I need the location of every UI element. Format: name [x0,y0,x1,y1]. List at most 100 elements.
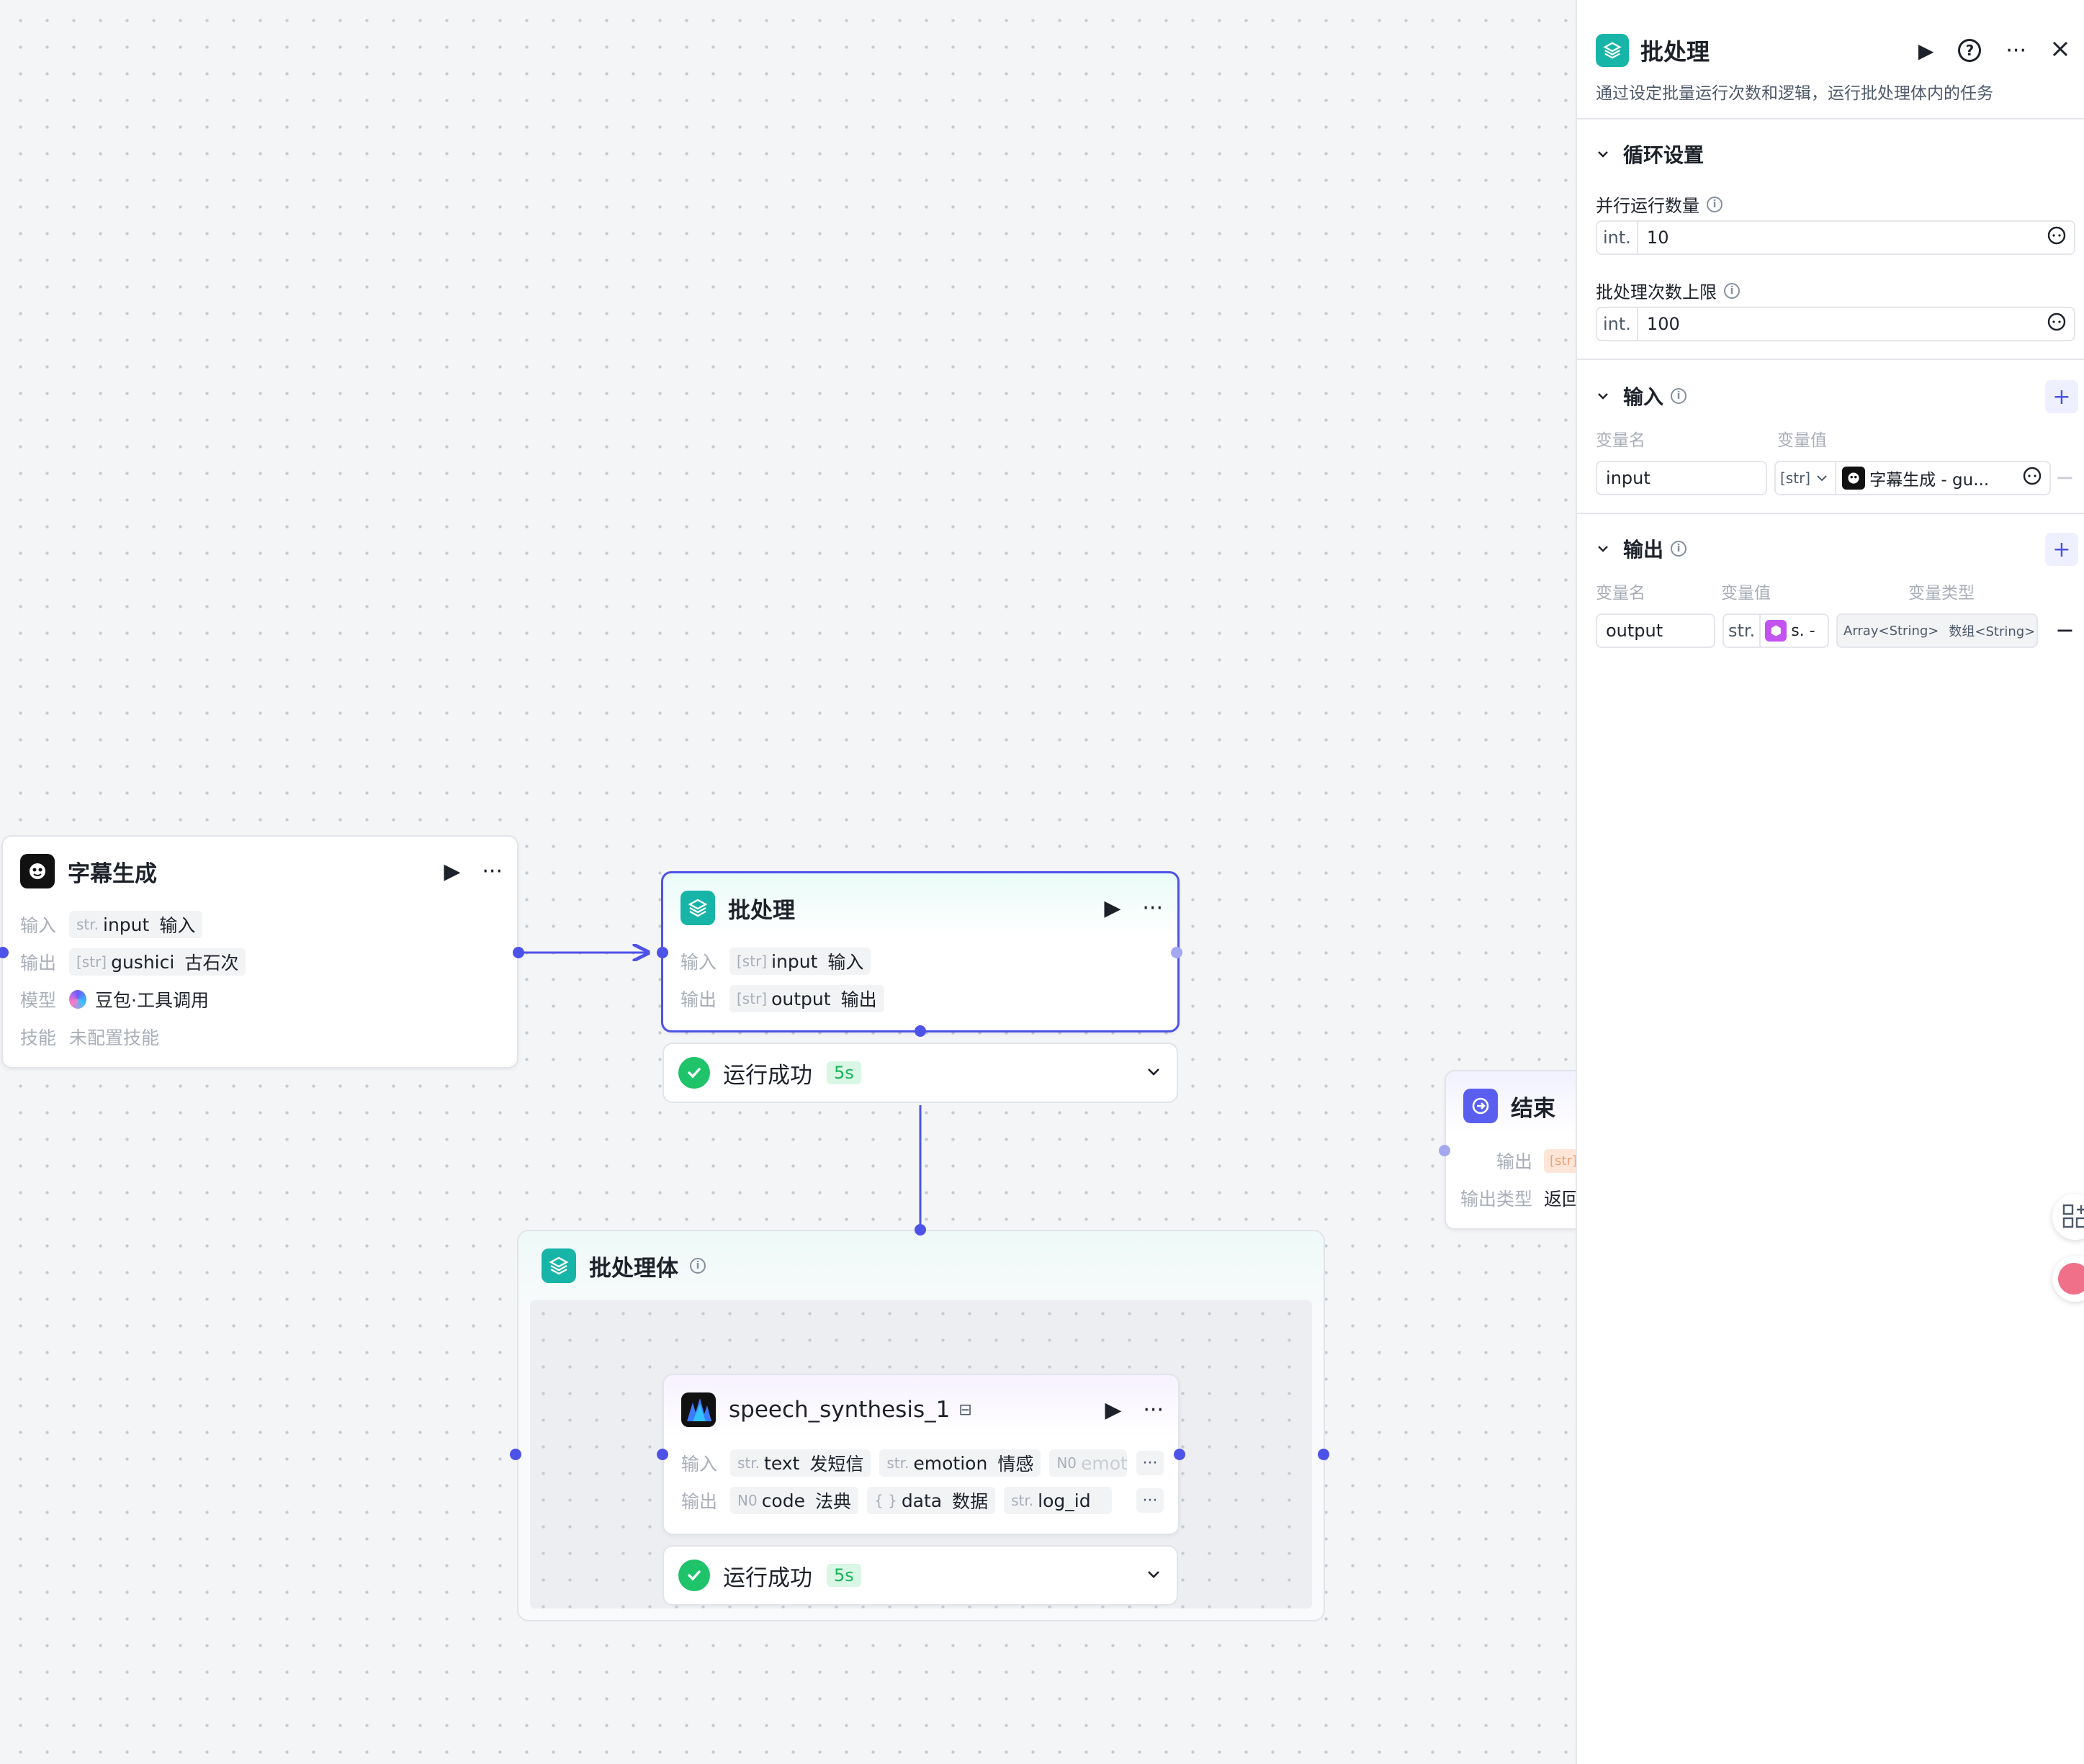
port-speech-out[interactable] [1174,1449,1185,1460]
more-inputs-button[interactable]: ··· [1136,1451,1164,1475]
port-body-left[interactable] [510,1449,521,1460]
node-title: speech_synthesis_1 [729,1397,951,1423]
var-tag: [str] output 输出 [729,985,884,1012]
node-subtitle[interactable]: 字幕生成 ▶ ··· 输入 str. input 输入 输出 [str] gushic… [1,835,518,1068]
divider [1577,359,2084,360]
var-tag: N0 code 法典 [730,1487,858,1514]
success-check-icon [678,1560,710,1591]
port-speech-in[interactable] [657,1449,668,1460]
info-icon[interactable]: i [1671,388,1687,404]
var-tag: [str] input 输入 [729,948,871,975]
loop-settings-section[interactable]: 循环设置 [1596,140,1704,168]
port-batch-body[interactable] [915,1025,926,1037]
output-var-value-field[interactable]: str. ⬢ s. - [1723,613,1829,648]
node-title: 结束 [1511,1095,1555,1122]
var-tag: str. emotion 情感 [879,1449,1041,1477]
more-icon[interactable]: ··· [2006,38,2026,63]
node-title: 字幕生成 [68,860,157,887]
node-output-row: 输出 [str] gushici 古石次 [20,948,254,976]
port-body-top[interactable] [915,1224,926,1236]
info-icon[interactable]: i [1671,541,1687,557]
output-var-name-field[interactable]: output [1596,613,1715,648]
more-icon[interactable]: ··· [482,859,503,884]
node-input-row: 输入 str. input 输入 [20,910,211,939]
var-tag: N0emoti [1049,1449,1128,1477]
status-text: 运行成功 [723,1565,812,1591]
divider [1577,118,2084,120]
input-col-name-label: 变量名 [1596,431,1645,450]
speech-run-status[interactable]: 运行成功 5s [663,1545,1178,1606]
output-section[interactable]: 输出 i [1596,534,1687,563]
port-body-right[interactable] [1318,1449,1329,1460]
batch-layers-icon [681,891,715,925]
remove-input-button[interactable]: − [2055,464,2075,491]
run-icon[interactable]: ▶ [444,859,460,884]
batch-limit-input[interactable]: int. 100 [1596,307,2075,341]
var-tag: str. text 发短信 [730,1449,871,1477]
parallel-count-input[interactable]: int. 10 [1596,220,2075,255]
input-var-value-field[interactable]: [str] 字幕生成 - gu... [1774,461,2051,495]
panel-description: 通过设定批量运行次数和逻辑，运行批处理体内的任务 [1596,84,1993,103]
input-var-name-field[interactable]: input [1596,461,1767,495]
chevron-down-icon[interactable] [1145,1565,1162,1585]
batch-body-icon [542,1248,576,1283]
info-icon[interactable]: i [1707,196,1723,212]
node-batch[interactable]: 批处理 ▶ ··· 输入 [str] input 输入 输出 [str] output… [661,871,1180,1032]
variable-ref-icon[interactable] [2022,466,2042,490]
duration-badge: 5s [827,1061,861,1084]
var-tag: str. input 输入 [69,911,203,938]
node-input-row: 输入 [str] input 输入 [681,947,879,976]
more-icon[interactable]: ··· [1142,896,1163,921]
batch-limit-label: 批处理次数上限 i [1596,278,1740,303]
chevron-down-icon[interactable] [1596,143,1610,166]
variable-ref-icon[interactable] [2047,225,2067,250]
chevron-down-icon[interactable] [1815,462,1837,494]
close-icon[interactable] [2051,40,2070,61]
subtitle-node-ref-icon [1842,467,1866,490]
output-col-type-label: 变量类型 [1908,584,1975,603]
input-section[interactable]: 输入 i [1596,382,1687,410]
var-tag: { } data 数据 [867,1487,996,1514]
port-batch-out[interactable] [1171,947,1182,958]
node-speech-synthesis[interactable]: speech_synthesis_1 ⊟ ▶ ··· 输入 str. text 发短… [663,1374,1180,1535]
run-icon[interactable]: ▶ [1918,39,1934,63]
node-skill-row: 技能 未配置技能 [20,1027,160,1048]
port-end-in[interactable] [1439,1145,1450,1156]
workflow-canvas[interactable]: 字幕生成 ▶ ··· 输入 str. input 输入 输出 [str] gushic… [0,0,1617,1764]
output-col-name-label: 变量名 [1596,584,1645,603]
port-batch-in[interactable] [657,947,668,958]
info-icon[interactable]: i [690,1258,706,1274]
more-outputs-button[interactable]: ··· [1136,1488,1164,1513]
var-tag: str. log_id [1004,1487,1113,1514]
success-check-icon [678,1057,710,1089]
chevron-down-icon[interactable] [1145,1063,1162,1083]
add-input-button[interactable]: + [2045,380,2078,413]
add-output-button[interactable]: + [2045,533,2078,566]
output-var-type-field[interactable]: Array<String> 数组<String> [1836,613,2038,648]
run-icon[interactable]: ▶ [1104,896,1120,921]
subtitle-node-icon [20,854,55,888]
plugin-store-icon: ⊟ [958,1400,972,1419]
variable-ref-icon[interactable] [2047,312,2067,336]
duration-badge: 5s [827,1564,861,1587]
output-col-value-label: 变量值 [1721,584,1771,603]
remove-output-button[interactable]: − [2055,616,2075,644]
help-icon[interactable]: ? [1958,39,1982,62]
info-icon[interactable]: i [1724,282,1740,299]
chevron-down-icon[interactable] [1596,384,1610,408]
translate-icon [2058,1263,2084,1295]
batch-layers-icon [1596,34,1629,67]
node-title: 批处理 [728,897,795,924]
divider [1577,513,2084,514]
batch-run-status[interactable]: 运行成功 5s [663,1043,1178,1103]
var-tag: [str] gushici 古石次 [69,948,246,976]
run-icon[interactable]: ▶ [1105,1398,1121,1423]
chevron-down-icon[interactable] [1596,537,1610,561]
node-output-row: 输出 N0 code 法典 { } data 数据 str. log_id ··· [681,1486,1164,1515]
panel-title: 批处理 [1640,38,1710,66]
batch-body-title: 批处理体 [589,1255,678,1282]
port-subtitle-out[interactable] [513,947,524,958]
cube-icon: ⬢ [1765,620,1787,642]
speech-synthesis-icon [681,1392,716,1427]
more-icon[interactable]: ··· [1143,1398,1164,1423]
